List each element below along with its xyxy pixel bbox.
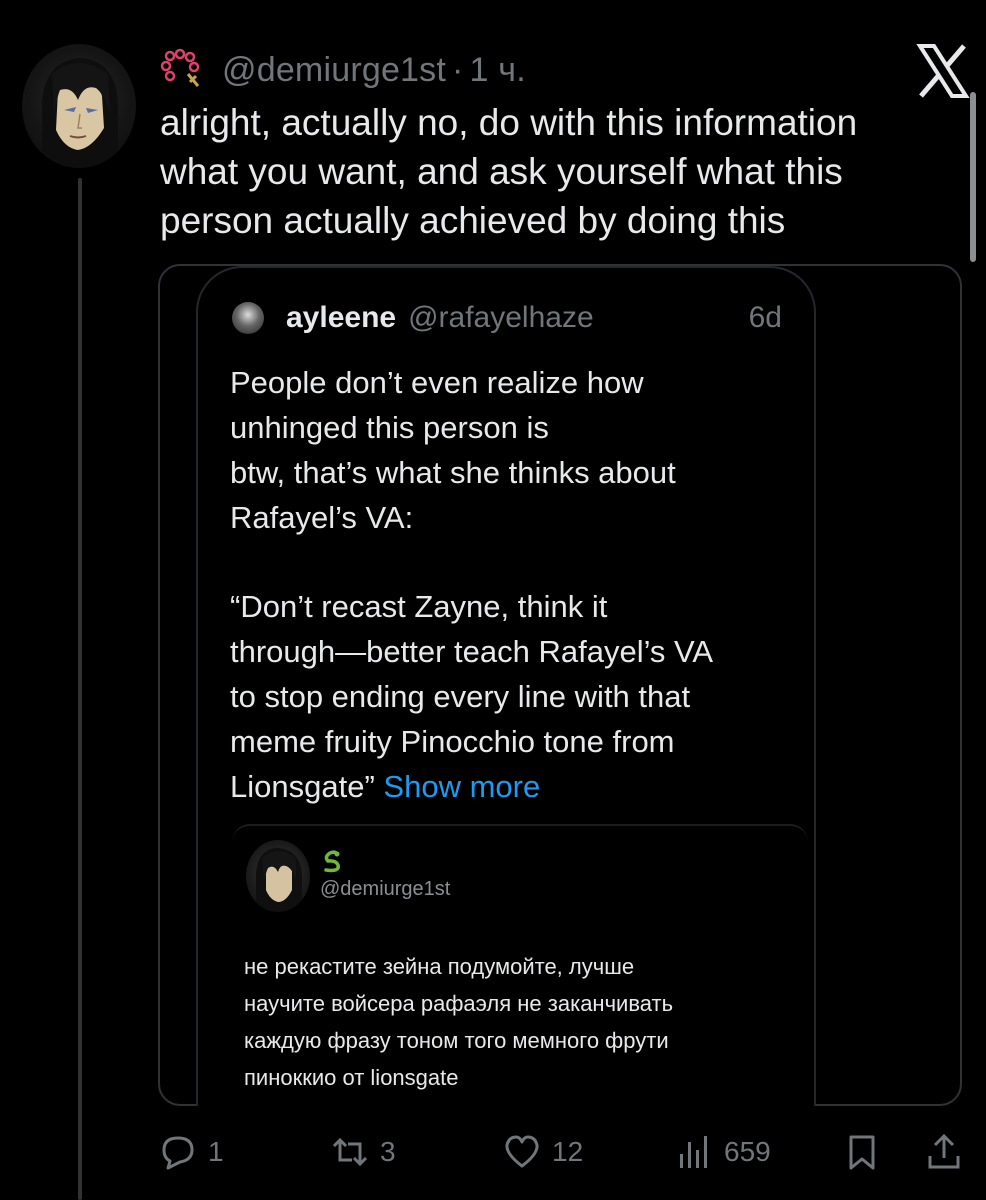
- quoted-text-last-line: Lionsgate” Show more: [230, 764, 800, 809]
- author-avatar[interactable]: [22, 44, 136, 168]
- quoted-text-line: “Don’t recast Zayne, think it: [230, 589, 608, 624]
- heart-icon: [505, 1135, 539, 1168]
- quoted-author-handle[interactable]: @rafayelhaze: [408, 301, 594, 335]
- post-text-line: what you want, and ask yourself what thi…: [160, 151, 843, 192]
- reply-icon: [162, 1136, 194, 1170]
- quoted-text-line: Lionsgate”: [230, 769, 375, 804]
- quoted-text-line: unhinged this person is: [230, 410, 549, 445]
- quoted-text-line: through—better teach Rafayel’s VA: [230, 634, 714, 669]
- like-button[interactable]: 12: [502, 1124, 583, 1180]
- quoted-text-line: People don’t even realize how: [230, 365, 644, 400]
- bookmark-icon: [849, 1135, 875, 1170]
- share-button[interactable]: [924, 1124, 974, 1180]
- quoted-author-name[interactable]: ayleene: [286, 301, 396, 335]
- quoted-post-text: People don’t even realize how unhinged t…: [230, 360, 800, 809]
- views-button[interactable]: 659: [674, 1124, 771, 1180]
- post-time[interactable]: 1 ч.: [470, 51, 526, 90]
- quoted-text-line: btw, that’s what she thinks about: [230, 455, 676, 490]
- quoted-author-avatar[interactable]: [232, 302, 264, 334]
- embedded-text-line: научите войсера рафаэля не заканчивать: [244, 991, 674, 1016]
- post-text: alright, actually no, do with this infor…: [160, 98, 940, 245]
- views-icon: [680, 1136, 707, 1168]
- quoted-text-line: to stop ending every line with that: [230, 679, 691, 714]
- reply-count: 1: [208, 1136, 224, 1167]
- quoted-text-line: Rafayel’s VA:: [230, 500, 414, 535]
- post-text-line: person actually achieved by doing this: [160, 200, 786, 241]
- post-header: @demiurge1st · 1 ч.: [160, 42, 526, 98]
- quoted-text-line: meme fruity Pinocchio tone from: [230, 724, 675, 759]
- show-more-link[interactable]: Show more: [383, 769, 540, 804]
- repost-icon: [332, 1137, 368, 1167]
- views-count: 659: [724, 1136, 771, 1167]
- repost-button[interactable]: 3: [330, 1124, 396, 1180]
- quoted-post-header: ayleene @rafayelhaze 6d: [232, 296, 782, 340]
- quoted-post-time[interactable]: 6d: [749, 301, 782, 335]
- embedded-text-line: каждую фразу тоном того мемного фрути: [244, 1028, 669, 1053]
- avatar-icon: [42, 58, 118, 168]
- embedded-avatar: [246, 840, 310, 912]
- scrollbar[interactable]: [970, 92, 976, 262]
- thread-line: [78, 178, 82, 1200]
- bookmark-button[interactable]: [842, 1124, 892, 1180]
- embedded-text-line: не рекастите зейна подумойте, лучше: [244, 954, 635, 979]
- embedded-text-line: пинοккио от lionsgate: [244, 1065, 459, 1090]
- share-icon: [928, 1133, 960, 1169]
- avatar-icon: [256, 848, 302, 912]
- post-text-line: alright, actually no, do with this infor…: [160, 102, 858, 143]
- reply-button[interactable]: 1: [158, 1124, 224, 1180]
- x-logo-icon[interactable]: [912, 40, 974, 102]
- author-handle[interactable]: @demiurge1st: [222, 51, 446, 90]
- embedded-text: не рекастите зейна подумойте, лучше науч…: [244, 948, 804, 1096]
- post-page: @demiurge1st · 1 ч. alright, actually no…: [0, 0, 986, 1200]
- repost-count: 3: [380, 1136, 396, 1167]
- rosary-emoji-icon: [160, 48, 200, 87]
- like-count: 12: [552, 1136, 584, 1167]
- post-action-bar: 1 3 12 659: [158, 1124, 968, 1180]
- snake-emoji-icon: [324, 850, 340, 873]
- embedded-handle: @demiurge1st: [320, 878, 451, 900]
- header-separator: ·: [452, 50, 464, 89]
